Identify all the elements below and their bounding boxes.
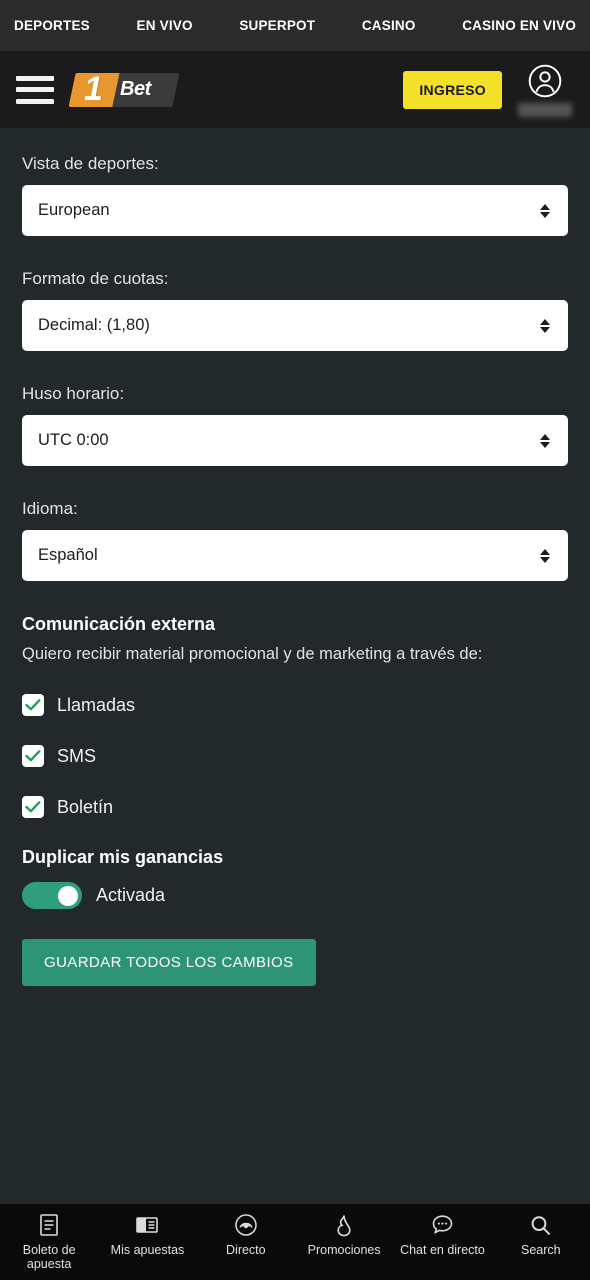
topnav-item-deportes[interactable]: DEPORTES (14, 18, 90, 33)
winnings-toggle-row: Activada (22, 882, 568, 909)
account-balance-redacted (518, 102, 572, 117)
check-icon (25, 750, 41, 762)
checkbox-sms[interactable] (22, 745, 44, 767)
select-language[interactable]: Español (22, 530, 568, 581)
select-odds-format[interactable]: Decimal: (1,80) (22, 300, 568, 351)
flame-icon (333, 1212, 355, 1238)
bottom-navigation-bar: Boleto de apuesta Mis apuestas Directo P… (0, 1204, 590, 1280)
header-actions: INGRESO (403, 63, 574, 117)
topnav-item-casino-en-vivo[interactable]: CASINO EN VIVO (462, 18, 576, 33)
checkbox-row-llamadas[interactable]: Llamadas (22, 694, 568, 716)
hamburger-line (16, 87, 54, 92)
topnav-item-casino[interactable]: CASINO (362, 18, 416, 33)
checkbox-label-llamadas: Llamadas (57, 694, 136, 715)
bottomnav-label-search: Search (521, 1243, 561, 1257)
label-language: Idioma: (22, 499, 78, 518)
save-all-changes-button[interactable]: GUARDAR TODOS LOS CAMBIOS (22, 939, 316, 986)
double-winnings-toggle-label: Activada (96, 885, 166, 905)
user-avatar-icon[interactable] (527, 63, 563, 99)
my-bets-icon (135, 1212, 159, 1238)
topnav-item-en-vivo[interactable]: EN VIVO (137, 18, 193, 33)
select-odds-format-value: Decimal: (1,80) (38, 316, 150, 334)
select-language-value: Español (38, 546, 98, 564)
field-language: Idioma: Español (22, 499, 568, 581)
app-header: 1 Bet INGRESO (0, 51, 590, 128)
communication-section-title: Comunicación externa (22, 614, 216, 634)
hamburger-line (16, 98, 54, 104)
top-navigation-bar: DEPORTES EN VIVO SUPERPOT CASINO CASINO … (0, 0, 590, 51)
select-sports-view[interactable]: European (22, 185, 568, 236)
bottomnav-item-betslip[interactable]: Boleto de apuesta (0, 1212, 98, 1271)
checkbox-llamadas[interactable] (22, 694, 44, 716)
bottomnav-label-my-bets: Mis apuestas (110, 1243, 185, 1257)
label-timezone: Huso horario: (22, 384, 125, 403)
logo-wordmark: Bet (120, 77, 151, 100)
chevron-updown-icon[interactable] (540, 433, 550, 448)
label-odds-format: Formato de cuotas: (22, 269, 169, 288)
checkbox-label-boletin: Boletín (57, 796, 114, 817)
check-icon (25, 699, 41, 711)
field-sports-view: Vista de deportes: European (22, 154, 568, 236)
select-timezone-value: UTC 0:00 (38, 431, 109, 449)
hamburger-menu-icon[interactable] (16, 75, 54, 104)
field-timezone: Huso horario: UTC 0:00 (22, 384, 568, 466)
checkbox-boletin[interactable] (22, 796, 44, 818)
label-sports-view: Vista de deportes: (22, 154, 159, 173)
winnings-section-title: Duplicar mis ganancias (22, 847, 224, 867)
account-area[interactable] (516, 63, 574, 117)
check-icon (25, 801, 41, 813)
chevron-updown-icon[interactable] (540, 548, 550, 563)
chevron-updown-icon[interactable] (540, 203, 550, 218)
checkbox-row-boletin[interactable]: Boletín (22, 796, 568, 818)
double-winnings-toggle[interactable] (22, 882, 82, 909)
bottomnav-item-directo[interactable]: Directo (197, 1212, 295, 1257)
betslip-icon (38, 1212, 60, 1238)
bottomnav-item-my-bets[interactable]: Mis apuestas (98, 1212, 196, 1257)
bottomnav-label-promociones: Promociones (307, 1243, 381, 1257)
live-broadcast-icon (234, 1212, 258, 1238)
bottomnav-item-promociones[interactable]: Promociones (295, 1212, 393, 1257)
communication-section-subtitle: Quiero recibir material promocional y de… (22, 645, 483, 663)
bottomnav-label-chat: Chat en directo (400, 1243, 485, 1257)
chat-bubble-icon (430, 1212, 455, 1238)
search-icon (529, 1212, 552, 1238)
topnav-item-superpot[interactable]: SUPERPOT (239, 18, 315, 33)
logo-numeral: 1 (84, 69, 103, 108)
settings-content: Vista de deportes: European Formato de c… (0, 128, 590, 1175)
hamburger-line (16, 75, 54, 81)
field-odds-format: Formato de cuotas: Decimal: (1,80) (22, 269, 568, 351)
toggle-knob (58, 885, 78, 906)
chevron-updown-icon[interactable] (540, 318, 550, 333)
checkbox-label-sms: SMS (57, 745, 97, 766)
checkbox-row-sms[interactable]: SMS (22, 745, 568, 767)
brand-logo[interactable]: 1 Bet (68, 69, 180, 108)
select-timezone[interactable]: UTC 0:00 (22, 415, 568, 466)
bottomnav-item-search[interactable]: Search (492, 1212, 590, 1257)
bottomnav-label-directo: Directo (226, 1243, 266, 1257)
bottomnav-label-betslip: Boleto de apuesta (22, 1243, 76, 1271)
bottomnav-item-chat[interactable]: Chat en directo (393, 1212, 491, 1257)
select-sports-view-value: European (38, 201, 110, 219)
login-button[interactable]: INGRESO (403, 70, 502, 109)
